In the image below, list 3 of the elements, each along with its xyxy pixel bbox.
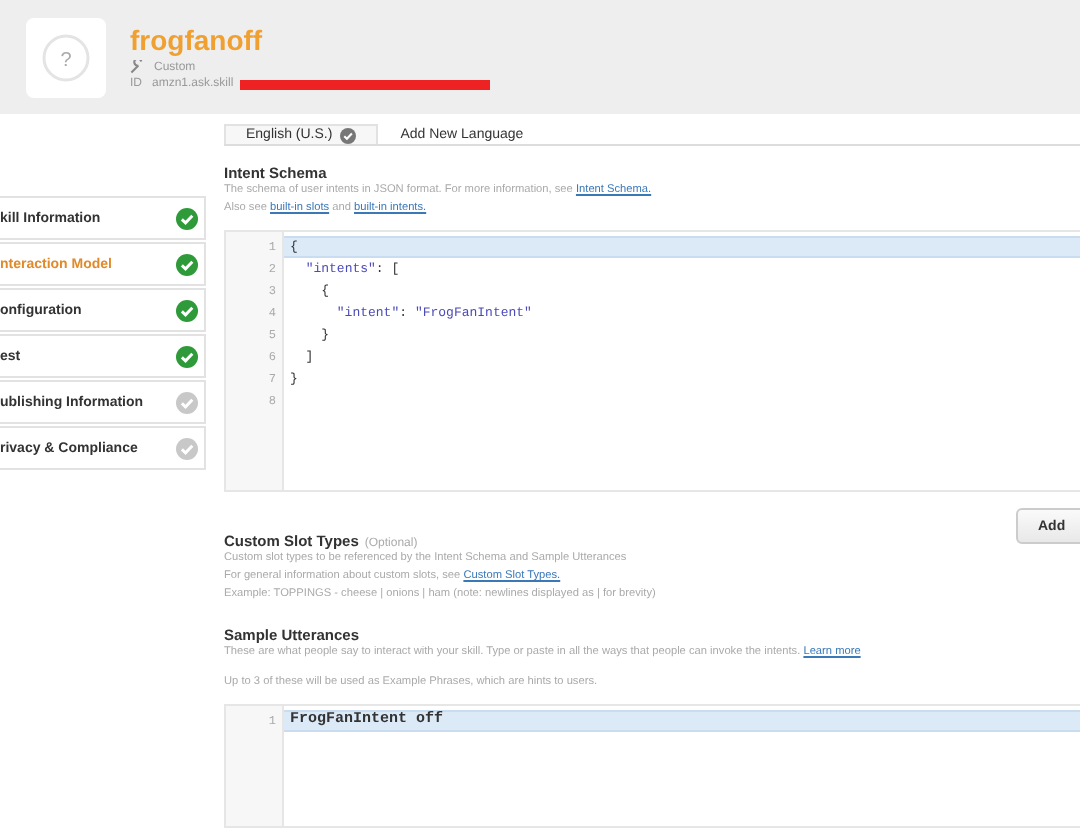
question-mark: ? <box>60 49 72 71</box>
skill-name: frogfanoff <box>130 24 265 56</box>
wrench-icon <box>130 60 144 74</box>
